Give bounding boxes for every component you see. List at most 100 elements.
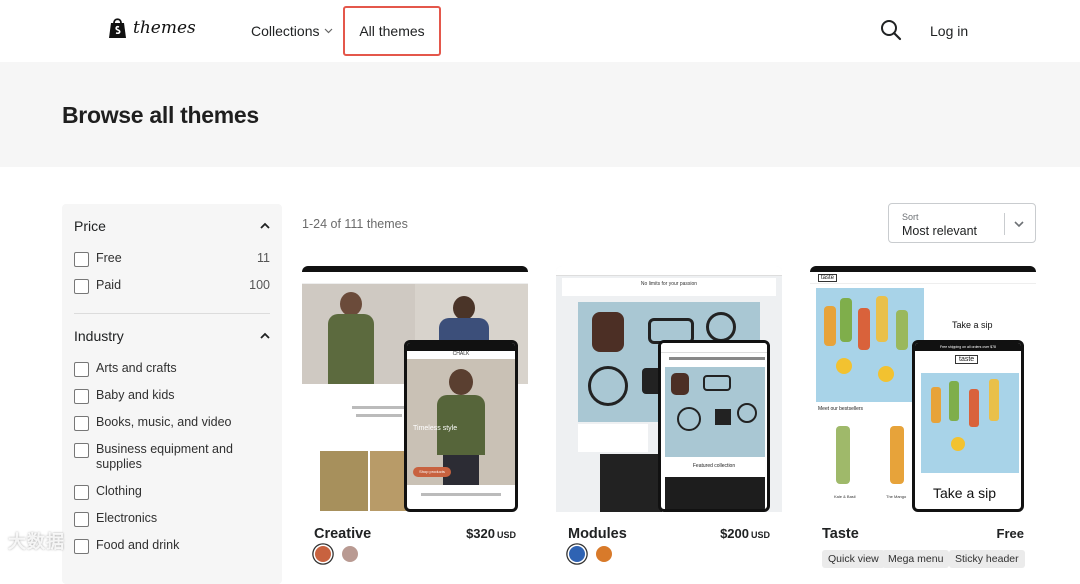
filter-divider [74, 313, 270, 314]
filter-industry-toggle[interactable]: Industry [74, 328, 270, 344]
chevron-down-icon [325, 28, 333, 34]
nav-all-themes[interactable]: All themes [343, 6, 441, 56]
theme-preview-taste[interactable]: taste Take a sip Meet our bestsellers Ka… [810, 266, 1036, 512]
preview-brand: taste [955, 355, 979, 364]
preview-brand: CHALK [407, 351, 515, 359]
filter-sidebar: Price Free 11 Paid 100 Industry Arts and… [62, 204, 282, 584]
filter-industry-title: Industry [74, 328, 124, 344]
nav-collections-label: Collections [251, 23, 320, 39]
filter-price-title: Price [74, 218, 106, 234]
preview-text-line [356, 414, 402, 417]
site-header: themes Collections All themes Log in [0, 0, 1080, 62]
results-count: 1-24 of 111 themes [302, 217, 408, 231]
theme-price-amount: $200 [720, 526, 749, 541]
shopify-bag-icon [109, 18, 126, 38]
preview-section-title: Meet our bestsellers [818, 406, 864, 412]
preview-text-block [578, 424, 648, 452]
theme-price-currency: USD [750, 530, 770, 540]
preview-cta: Shop products [413, 467, 451, 477]
chevron-down-icon [1014, 221, 1024, 228]
checkbox[interactable] [74, 539, 89, 554]
filter-option-free[interactable]: Free 11 [74, 251, 270, 267]
filter-option-baby-and-kids[interactable]: Baby and kids [74, 388, 270, 404]
login-link[interactable]: Log in [930, 23, 968, 39]
preview-nav [556, 266, 782, 276]
filter-option-label: Food and drink [96, 538, 180, 552]
hero-banner: Browse all themes [0, 62, 1080, 167]
filter-option-count: 100 [249, 278, 270, 292]
filter-option-books-music-video[interactable]: Books, music, and video [74, 415, 270, 431]
preview-nav: taste [810, 272, 1036, 284]
filter-option-paid[interactable]: Paid 100 [74, 278, 270, 294]
filter-option-clothing[interactable]: Clothing [74, 484, 270, 500]
filter-option-electronics[interactable]: Electronics [74, 511, 270, 527]
sort-value: Most relevant [902, 224, 978, 238]
checkbox[interactable] [74, 362, 89, 377]
filter-price-toggle[interactable]: Price [74, 218, 270, 234]
feature-tag-mega-menu[interactable]: Mega menu [882, 550, 950, 568]
theme-price-amount: $320 [466, 526, 495, 541]
chevron-up-icon [260, 332, 270, 339]
preview-text-line [352, 406, 406, 409]
filter-option-food-and-drink[interactable]: Food and drink [74, 538, 270, 554]
theme-name[interactable]: Taste [822, 526, 859, 542]
preview-phone: CHALK Timeless style Shop products [404, 340, 518, 512]
filter-option-label: Business equipment and supplies [96, 442, 233, 471]
nav-all-themes-label: All themes [359, 23, 425, 39]
filter-option-label: Paid [96, 278, 122, 292]
color-swatch[interactable] [315, 546, 331, 562]
filter-option-label: Free [96, 251, 122, 265]
preview-photo [302, 284, 415, 384]
theme-price-currency: USD [496, 530, 516, 540]
sort-select[interactable]: Sort Most relevant [888, 203, 1036, 243]
preview-photo [600, 454, 662, 512]
feature-tag-quick-view[interactable]: Quick view [822, 550, 885, 568]
preview-footer-text: Featured collection [692, 463, 736, 469]
search-icon[interactable] [880, 19, 902, 41]
shopify-themes-logo[interactable]: themes [108, 17, 196, 39]
theme-preview-modules[interactable]: No limits for your passion Featured coll… [556, 266, 782, 512]
checkbox[interactable] [74, 443, 89, 458]
sort-divider [1004, 213, 1005, 235]
preview-brand: taste [818, 274, 838, 282]
checkbox[interactable] [74, 416, 89, 431]
nav-collections[interactable]: Collections [251, 23, 333, 39]
filter-option-label: Electronics [96, 511, 158, 525]
theme-preview-creative[interactable]: CHALK Timeless style Shop products [302, 266, 528, 512]
preview-bottle [890, 426, 904, 484]
page-title: Browse all themes [62, 102, 259, 128]
checkbox[interactable] [74, 279, 89, 294]
checkbox[interactable] [74, 252, 89, 267]
preview-headline: No limits for your passion [562, 278, 776, 296]
filter-option-business-equipment[interactable]: Business equipment and supplies [74, 442, 244, 472]
checkbox[interactable] [74, 485, 89, 500]
filter-option-label: Books, music, and video [96, 415, 232, 429]
color-swatch[interactable] [569, 546, 585, 562]
color-swatch[interactable] [596, 546, 612, 562]
filter-option-count: 11 [257, 251, 270, 265]
sort-label: Sort [902, 212, 919, 222]
preview-promo: Free shipping on all orders over $78 [915, 343, 1021, 351]
checkbox[interactable] [74, 512, 89, 527]
theme-price: Free [996, 526, 1024, 541]
theme-name[interactable]: Modules [568, 526, 627, 542]
filter-option-label: Clothing [96, 484, 142, 498]
preview-phone-headline: Take a sip [933, 485, 997, 501]
preview-phone: Free shipping on all orders over $78 tas… [912, 340, 1024, 512]
filter-option-arts-and-crafts[interactable]: Arts and crafts [74, 361, 270, 377]
theme-name[interactable]: Creative [314, 526, 371, 542]
feature-tag-sticky-header[interactable]: Sticky header [949, 550, 1025, 568]
theme-price: $320 USD [466, 526, 516, 541]
preview-product-name: The Mango [886, 494, 907, 499]
preview-bottle [836, 426, 850, 484]
preview-headline: Take a sip [952, 320, 993, 330]
logo-text: themes [133, 18, 196, 38]
chevron-up-icon [260, 222, 270, 229]
preview-product-name: Kale & Basil [834, 494, 856, 499]
filter-option-label: Baby and kids [96, 388, 175, 402]
color-swatch[interactable] [342, 546, 358, 562]
preview-photo [320, 451, 368, 511]
preview-headline: Timeless style [413, 425, 458, 432]
checkbox[interactable] [74, 389, 89, 404]
preview-nav [302, 272, 528, 284]
